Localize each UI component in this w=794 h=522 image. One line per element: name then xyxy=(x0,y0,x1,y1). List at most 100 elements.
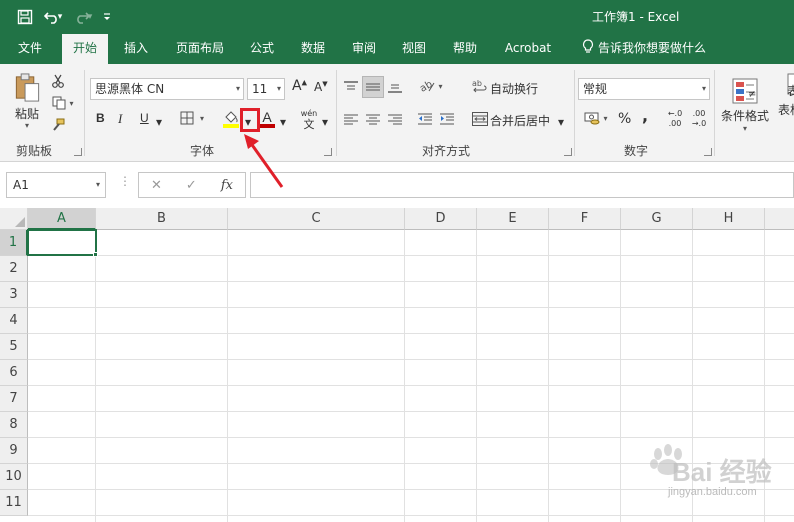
cancel-icon[interactable]: ✕ xyxy=(151,178,162,193)
wrap-text-button[interactable]: 自动换行 xyxy=(490,80,538,97)
underline-button[interactable]: U xyxy=(140,111,149,125)
font-name-select[interactable]: 思源黑体 CN ▾ xyxy=(90,78,244,100)
italic-button[interactable]: I xyxy=(118,111,122,127)
tab-home[interactable]: 开始 xyxy=(62,34,108,64)
column-header-d[interactable]: D xyxy=(405,208,477,230)
alignment-group-label: 对齐方式 xyxy=(422,144,471,158)
fill-color-button[interactable] xyxy=(222,108,240,130)
enter-icon[interactable]: ✓ xyxy=(186,178,197,193)
quick-access-toolbar: ▾ ▾ xyxy=(14,5,114,29)
row-header-9[interactable]: 9 xyxy=(0,438,28,464)
phonetic-button[interactable]: wén 文 xyxy=(298,106,320,132)
column-header-i[interactable] xyxy=(765,208,794,230)
fill-handle[interactable] xyxy=(93,252,98,257)
increase-indent-icon[interactable] xyxy=(438,110,456,128)
merge-center-dropdown[interactable]: ▾ xyxy=(558,115,564,129)
watermark-text: Bai 经验 xyxy=(672,457,772,487)
clipboard-launcher-icon[interactable] xyxy=(74,148,82,156)
fill-bucket-icon xyxy=(223,111,239,128)
format-painter-icon[interactable] xyxy=(48,116,68,134)
tab-file[interactable]: 文件 xyxy=(8,34,52,64)
annotation-highlight-box xyxy=(240,108,260,132)
alignment-launcher-icon[interactable] xyxy=(564,148,572,156)
shrink-font-button[interactable]: A▼ xyxy=(314,80,328,94)
column-header-c[interactable]: C xyxy=(228,208,405,230)
formula-input[interactable] xyxy=(250,172,794,198)
font-color-button[interactable]: A xyxy=(258,108,276,130)
row-header-10[interactable]: 10 xyxy=(0,464,28,490)
tab-insert[interactable]: 插入 xyxy=(114,34,158,64)
merge-center-button[interactable]: 合并后居中 xyxy=(490,112,550,129)
format-as-table-button[interactable]: 表 表格 xyxy=(772,70,794,140)
tell-me-box[interactable]: 告诉我你想要做什么 xyxy=(574,34,714,64)
number-launcher-icon[interactable] xyxy=(704,148,712,156)
comma-button[interactable]: , xyxy=(642,106,648,125)
tab-view[interactable]: 视图 xyxy=(394,34,434,64)
increase-decimal-button[interactable]: ←.0 .00 xyxy=(664,108,686,130)
borders-button[interactable]: ▾ xyxy=(174,108,210,128)
row-header-8[interactable]: 8 xyxy=(0,412,28,438)
name-box[interactable]: A1 ▾ xyxy=(6,172,106,198)
insert-function-icon[interactable]: fx xyxy=(221,178,233,193)
number-format-value: 常规 xyxy=(583,82,608,96)
tab-data[interactable]: 数据 xyxy=(292,34,334,64)
undo-icon[interactable]: ▾ xyxy=(40,6,66,28)
increase-decimal-bottom: .00 xyxy=(668,119,682,128)
column-header-h[interactable]: H xyxy=(693,208,765,230)
decrease-indent-icon[interactable] xyxy=(416,110,434,128)
gridline xyxy=(28,255,794,256)
clipboard-group-label: 剪贴板 xyxy=(16,144,53,158)
copy-icon[interactable]: ▾ xyxy=(48,94,78,112)
bold-button[interactable]: B xyxy=(96,111,105,125)
gridline xyxy=(476,230,477,522)
window-title: 工作簿1 - Excel xyxy=(592,10,680,24)
font-size-select[interactable]: 11 ▾ xyxy=(247,78,285,100)
align-right-icon[interactable] xyxy=(386,110,404,128)
align-left-icon[interactable] xyxy=(342,110,360,128)
orientation-button[interactable]: ab ▾ xyxy=(416,76,446,96)
tab-acrobat[interactable]: Acrobat xyxy=(496,34,560,64)
tab-help[interactable]: 帮助 xyxy=(444,34,486,64)
column-header-g[interactable]: G xyxy=(621,208,693,230)
percent-button[interactable]: % xyxy=(618,111,631,127)
redo-icon[interactable]: ▾ xyxy=(70,6,96,28)
select-all-corner[interactable] xyxy=(0,208,28,230)
phonetic-dropdown[interactable]: ▾ xyxy=(322,115,328,129)
number-format-select[interactable]: 常规 ▾ xyxy=(578,78,710,100)
font-color-dropdown[interactable]: ▾ xyxy=(280,115,286,129)
grow-font-button[interactable]: A▲ xyxy=(292,78,307,94)
active-cell-a1[interactable] xyxy=(27,229,97,256)
ribbon-home: 粘贴 ▾ ▾ 剪贴板 思源黑体 CN ▾ 11 ▾ A▲ A▼ B I U ▾ ▾ … xyxy=(0,64,794,162)
row-header-3[interactable]: 3 xyxy=(0,282,28,308)
row-header-4[interactable]: 4 xyxy=(0,308,28,334)
tab-review[interactable]: 审阅 xyxy=(344,34,384,64)
column-header-b[interactable]: B xyxy=(96,208,228,230)
row-header-5[interactable]: 5 xyxy=(0,334,28,360)
underline-dropdown[interactable]: ▾ xyxy=(156,115,162,129)
row-header-7[interactable]: 7 xyxy=(0,386,28,412)
row-header-6[interactable]: 6 xyxy=(0,360,28,386)
column-header-f[interactable]: F xyxy=(549,208,621,230)
align-middle-icon[interactable] xyxy=(362,76,384,98)
column-header-a[interactable]: A xyxy=(28,208,96,230)
row-header-1[interactable]: 1 xyxy=(0,230,28,256)
svg-text:ab: ab xyxy=(472,79,482,88)
align-top-icon[interactable] xyxy=(342,78,360,96)
formula-bar-grip[interactable]: ⋮ xyxy=(119,174,131,188)
align-center-icon[interactable] xyxy=(364,110,382,128)
save-icon[interactable] xyxy=(14,6,36,28)
tab-formulas[interactable]: 公式 xyxy=(242,34,282,64)
row-header-2[interactable]: 2 xyxy=(0,256,28,282)
customize-qat-icon[interactable] xyxy=(100,6,114,28)
column-header-e[interactable]: E xyxy=(477,208,549,230)
tab-page-layout[interactable]: 页面布局 xyxy=(168,34,232,64)
font-launcher-icon[interactable] xyxy=(324,148,332,156)
conditional-format-button[interactable]: ≠ 条件格式 ▾ xyxy=(720,70,770,140)
row-header-11[interactable]: 11 xyxy=(0,490,28,516)
align-bottom-icon[interactable] xyxy=(386,78,404,96)
cut-icon[interactable] xyxy=(48,72,68,90)
accounting-format-button[interactable]: ▾ xyxy=(580,108,612,128)
gridline xyxy=(28,385,794,386)
decrease-decimal-button[interactable]: .00 →.0 xyxy=(688,108,710,130)
paste-button[interactable]: 粘贴 ▾ xyxy=(8,72,46,130)
